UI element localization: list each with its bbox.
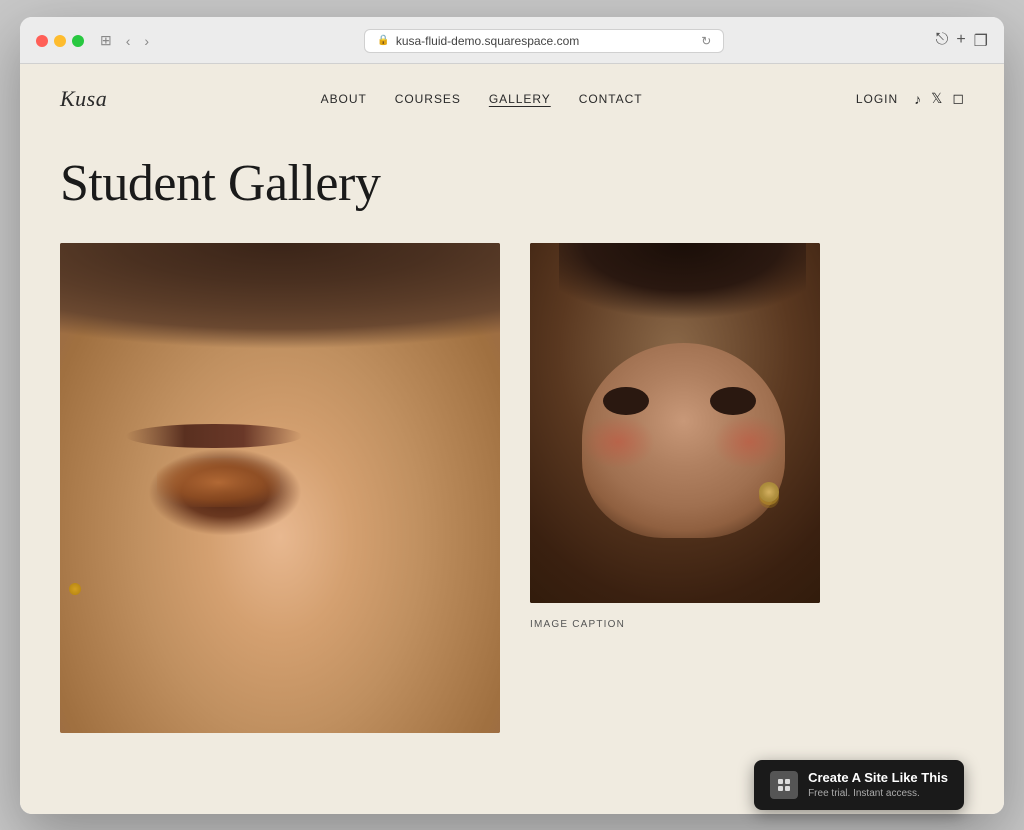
- face-left: [60, 243, 500, 733]
- traffic-lights: [36, 35, 84, 47]
- site-logo[interactable]: Kusa: [60, 86, 107, 112]
- address-bar-wrap: 🔒 kusa-fluid-demo.squarespace.com ↻: [165, 29, 924, 53]
- url-text: kusa-fluid-demo.squarespace.com: [396, 34, 579, 48]
- lock-icon: 🔒: [377, 35, 389, 46]
- close-button[interactable]: [36, 35, 48, 47]
- twitter-icon[interactable]: 𝕏: [931, 90, 942, 107]
- photo-left-container: [60, 243, 500, 733]
- nav-link-contact[interactable]: CONTACT: [579, 92, 643, 106]
- back-button[interactable]: ‹: [122, 31, 135, 51]
- nav-right: LOGIN ♪ 𝕏 ◻: [856, 90, 964, 107]
- photo-right-eye-left: [603, 387, 649, 416]
- squarespace-cta-text: Create A Site Like This: [808, 770, 948, 787]
- nav-links: ABOUT COURSES GALLERY CONTACT: [321, 92, 643, 106]
- photo-right-blush-left: [582, 415, 655, 469]
- login-button[interactable]: LOGIN: [856, 92, 898, 106]
- browser-right-controls: ⎋ + ❐: [936, 31, 988, 51]
- instagram-icon[interactable]: ◻: [952, 90, 964, 107]
- photo-right-eye-right: [710, 387, 756, 416]
- nav-link-courses[interactable]: COURSES: [395, 92, 461, 106]
- photo-right-container: [530, 243, 820, 603]
- gallery-image-right: [530, 243, 820, 603]
- forward-button[interactable]: ›: [140, 31, 153, 51]
- nav-link-about[interactable]: ABOUT: [321, 92, 367, 106]
- page-title: Student Gallery: [20, 134, 1004, 243]
- squarespace-banner[interactable]: Create A Site Like This Free trial. Inst…: [754, 760, 964, 810]
- image-caption: IMAGE CAPTION: [530, 613, 964, 636]
- photo-right-blush-right: [713, 415, 786, 469]
- page-content: Kusa ABOUT COURSES GALLERY CONTACT LOGIN…: [20, 64, 1004, 814]
- nav-link-gallery[interactable]: GALLERY: [489, 92, 551, 106]
- gallery-right: IMAGE CAPTION: [530, 243, 964, 636]
- gallery-area: IMAGE CAPTION: [20, 243, 1004, 773]
- gallery-image-left: [60, 243, 500, 733]
- face-left-shimmer: [157, 458, 280, 507]
- windows-icon[interactable]: ❐: [974, 31, 988, 51]
- minimize-button[interactable]: [54, 35, 66, 47]
- browser-controls: ⊞ ‹ ›: [96, 30, 153, 51]
- face-left-brow: [126, 424, 302, 449]
- share-icon[interactable]: ⎋: [936, 31, 949, 51]
- nav: Kusa ABOUT COURSES GALLERY CONTACT LOGIN…: [20, 64, 1004, 134]
- social-icons: ♪ 𝕏 ◻: [914, 90, 964, 107]
- refresh-icon[interactable]: ↻: [701, 34, 711, 48]
- window-icon[interactable]: ⊞: [96, 30, 116, 51]
- browser-window: ⊞ ‹ › 🔒 kusa-fluid-demo.squarespace.com …: [20, 17, 1004, 814]
- squarespace-banner-text: Create A Site Like This Free trial. Inst…: [808, 770, 948, 800]
- browser-chrome: ⊞ ‹ › 🔒 kusa-fluid-demo.squarespace.com …: [20, 17, 1004, 64]
- new-tab-icon[interactable]: +: [956, 31, 965, 51]
- squarespace-logo-icon: [770, 771, 798, 799]
- maximize-button[interactable]: [72, 35, 84, 47]
- photo-right-earring: [759, 482, 779, 502]
- address-bar[interactable]: 🔒 kusa-fluid-demo.squarespace.com ↻: [364, 29, 724, 53]
- squarespace-sub-text: Free trial. Instant access.: [808, 787, 948, 800]
- tiktok-icon[interactable]: ♪: [914, 91, 921, 107]
